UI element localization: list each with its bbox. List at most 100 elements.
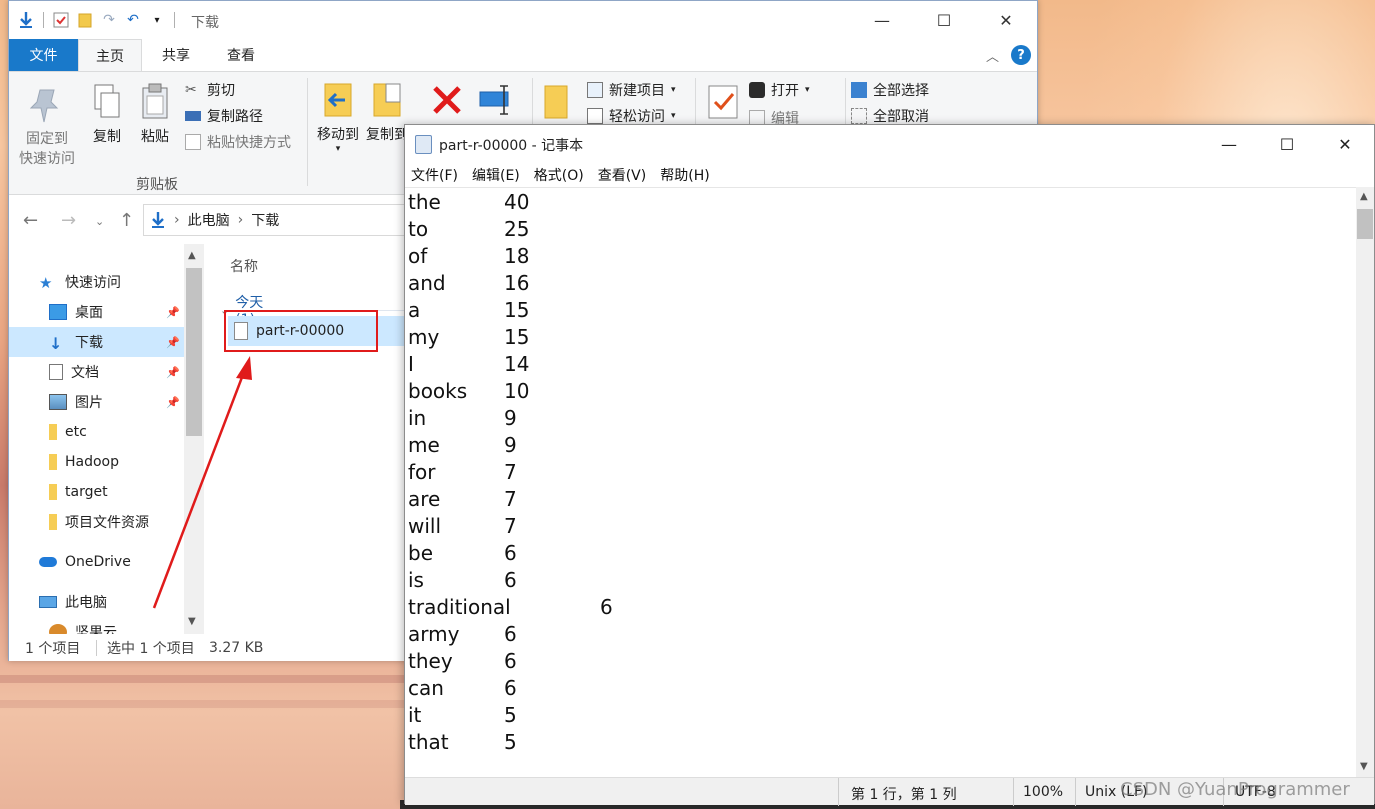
pin-to-quick-access-button[interactable]: 固定到 快速访问	[17, 84, 77, 168]
address-bar[interactable]: › 此电脑 › 下载	[143, 204, 413, 236]
rename-icon	[479, 85, 509, 115]
maximize-icon[interactable]: ☐	[1258, 125, 1316, 163]
redo-icon[interactable]: ↷	[100, 11, 118, 29]
download-arrow-icon: ↓	[49, 334, 63, 353]
select-all-icon	[851, 82, 867, 98]
paste-shortcut-button[interactable]: 粘贴快捷方式	[185, 132, 291, 152]
breadcrumb-current[interactable]: 下载	[251, 210, 279, 230]
paste-button[interactable]: 粘贴	[133, 82, 177, 146]
quick-access-toolbar: ↷ ↶ ▾	[17, 11, 177, 29]
minimize-icon[interactable]: —	[851, 1, 913, 39]
notepad-scrollbar[interactable]: ▲ ▼	[1356, 187, 1374, 777]
count-text: 7	[504, 460, 517, 484]
select-none-icon	[851, 108, 867, 124]
menu-help[interactable]: 帮助(H)	[660, 165, 709, 185]
easy-access-icon	[587, 108, 603, 124]
ribbon-right-controls: ︿ ?	[986, 45, 1031, 65]
cloud-icon	[39, 557, 57, 567]
new-folder-button[interactable]	[539, 82, 573, 126]
breadcrumb-root[interactable]: 此电脑	[188, 210, 230, 230]
forward-icon[interactable]: →	[61, 210, 76, 231]
folder-icon	[544, 85, 568, 119]
help-icon[interactable]: ?	[1011, 45, 1031, 65]
tab-home[interactable]: 主页	[78, 39, 142, 71]
scroll-up-icon[interactable]: ▲	[188, 250, 196, 261]
count-text: 10	[504, 379, 530, 403]
menu-file[interactable]: 文件(F)	[411, 165, 458, 185]
download-arrow-icon[interactable]	[17, 11, 35, 29]
menu-view[interactable]: 查看(V)	[598, 165, 647, 185]
count-text: 9	[504, 406, 517, 430]
new-item-label: 新建项目	[609, 83, 665, 99]
notepad-window-controls: — ☐ ✕	[1200, 125, 1374, 163]
count-text: 6	[504, 541, 517, 565]
properties-icon[interactable]	[52, 11, 70, 29]
notepad-text-area[interactable]: the 40 to 25 of 18 and 16 a 15 my 15 I 14 books 10 in 9 me…	[405, 187, 1357, 777]
scroll-down-icon[interactable]: ▼	[1360, 761, 1368, 772]
move-to-button[interactable]: 移动到 ▾	[313, 80, 363, 154]
annotation-arrow-icon	[152, 356, 252, 609]
nav-quick-access-label: 快速访问	[65, 275, 121, 291]
copy-button[interactable]: 复制	[85, 82, 129, 146]
close-icon[interactable]: ✕	[975, 1, 1037, 39]
undo-icon[interactable]: ↶	[124, 11, 142, 29]
word-text: I	[408, 352, 414, 376]
delete-button[interactable]	[427, 80, 467, 124]
copy-to-button[interactable]: 复制到	[365, 80, 409, 144]
scissors-icon: ✂	[185, 82, 197, 98]
scroll-up-icon[interactable]: ▲	[1360, 191, 1368, 202]
nav-item-label: 图片	[75, 395, 103, 411]
folder-icon	[49, 454, 57, 470]
copy-to-icon	[373, 83, 401, 117]
qat-separator	[174, 12, 175, 28]
paste-label: 粘贴	[141, 129, 169, 145]
delete-icon	[433, 86, 461, 114]
picture-icon	[49, 394, 67, 410]
chevron-up-icon[interactable]: ︿	[986, 46, 999, 65]
nav-item-desktop[interactable]: 桌面 📌	[9, 297, 184, 327]
open-button[interactable]: 打开 ▾	[749, 80, 810, 100]
tab-file[interactable]: 文件	[9, 39, 78, 71]
paste-shortcut-label: 粘贴快捷方式	[207, 135, 291, 151]
select-all-button[interactable]: 全部选择	[851, 80, 929, 100]
menu-edit[interactable]: 编辑(E)	[472, 165, 520, 185]
word-text: my	[408, 325, 440, 349]
word-text: traditional	[408, 595, 511, 619]
properties-button[interactable]	[703, 82, 743, 126]
cut-button[interactable]: ✂ 剪切	[185, 80, 235, 100]
clipboard-icon	[142, 83, 168, 119]
scroll-thumb[interactable]	[1357, 209, 1373, 239]
column-header-name[interactable]: 名称	[230, 256, 258, 276]
zoom-level: 100%	[1023, 784, 1064, 800]
nav-quick-access[interactable]: ★ 快速访问	[9, 267, 184, 297]
document-icon	[49, 364, 63, 380]
breadcrumb-chevron-icon: ›	[174, 212, 180, 228]
back-icon[interactable]: ←	[23, 210, 38, 231]
menu-format[interactable]: 格式(O)	[534, 165, 584, 185]
close-icon[interactable]: ✕	[1316, 125, 1374, 163]
easy-access-button[interactable]: 轻松访问 ▾	[587, 106, 676, 126]
tab-view[interactable]: 查看	[209, 39, 273, 71]
explorer-title: 下载	[191, 15, 219, 31]
nav-item-label: 文档	[71, 365, 99, 381]
nav-item-label: 坚果云	[75, 625, 117, 634]
notepad-menu-bar: 文件(F) 编辑(E) 格式(O) 查看(V) 帮助(H)	[405, 163, 1374, 187]
tab-share[interactable]: 共享	[145, 39, 207, 71]
up-icon[interactable]: ↑	[119, 210, 134, 231]
rename-button[interactable]	[475, 80, 515, 124]
word-text: in	[408, 406, 427, 430]
nav-item-label: 桌面	[75, 305, 103, 321]
breadcrumb-chevron-icon: ›	[237, 212, 244, 228]
new-folder-icon[interactable]	[76, 11, 94, 29]
copy-path-button[interactable]: 复制路径	[185, 106, 263, 126]
computer-icon	[39, 596, 57, 608]
notepad-title: part-r-00000 - 记事本	[439, 138, 584, 154]
select-none-button[interactable]: 全部取消	[851, 106, 929, 126]
customize-qat-icon[interactable]: ▾	[148, 11, 166, 29]
selected-count: 选中 1 个项目	[107, 640, 195, 657]
select-all-label: 全部选择	[873, 83, 929, 99]
recent-locations-icon[interactable]: ⌄	[95, 215, 104, 228]
minimize-icon[interactable]: —	[1200, 125, 1258, 163]
new-item-button[interactable]: 新建项目 ▾	[587, 80, 676, 100]
maximize-icon[interactable]: ☐	[913, 1, 975, 39]
